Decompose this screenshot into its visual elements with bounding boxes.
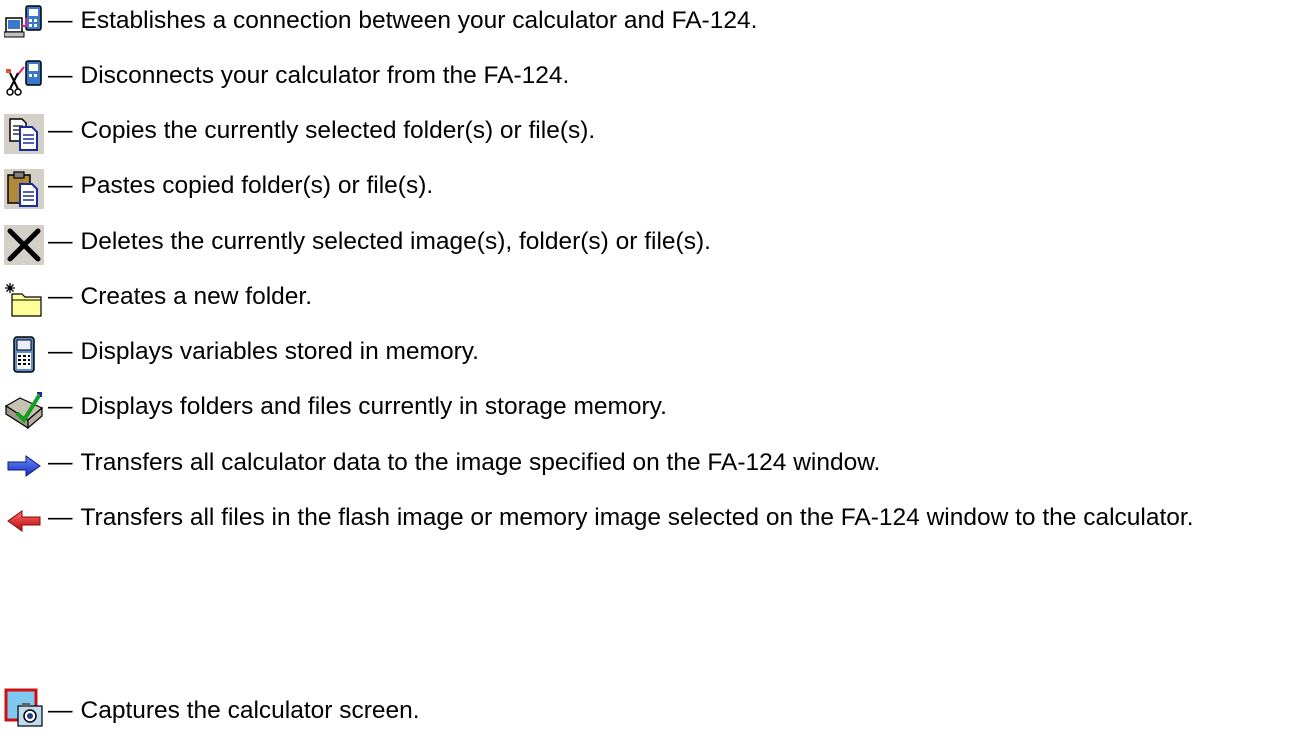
legend-description: — Transfers all files in the flash image … — [48, 501, 1310, 534]
disconnect-description: Disconnects your calculator from the FA-… — [80, 62, 570, 89]
legend-description: — Creates a new folder. — [48, 280, 1310, 313]
send-to-image-icon — [4, 446, 44, 486]
em-dash: — — [48, 228, 73, 255]
legend-description: — Transfers all calculator data to the im… — [48, 446, 1310, 479]
legend-description: — Pastes copied folder(s) or file(s). — [48, 169, 1310, 202]
legend-description: — Disconnects your calculator from the FA… — [48, 59, 1310, 92]
legend-description: — Copies the currently selected folder(s)… — [48, 114, 1310, 147]
legend-description: — Establishes a connection between your c… — [48, 4, 1310, 37]
em-dash: — — [48, 449, 73, 476]
em-dash: — — [48, 117, 73, 144]
em-dash: — — [48, 393, 73, 420]
legend-description: — Captures the calculator screen. — [48, 694, 1310, 727]
new-folder-description: Creates a new folder. — [80, 283, 313, 310]
calculator-memory-description: Displays variables stored in memory. — [80, 338, 479, 365]
em-dash: — — [48, 338, 73, 365]
calculator-memory-icon — [4, 335, 44, 375]
copy-description: Copies the currently selected folder(s) … — [80, 117, 596, 144]
copy-icon — [4, 114, 44, 154]
storage-memory-description: Displays folders and files currently in … — [80, 393, 667, 420]
new-folder-icon — [4, 280, 44, 320]
em-dash: — — [48, 172, 73, 199]
screen-capture-description: Captures the calculator screen. — [80, 697, 420, 724]
em-dash: — — [48, 697, 73, 724]
em-dash: — — [48, 283, 73, 310]
em-dash: — — [48, 62, 73, 89]
connect-description: Establishes a connection between your ca… — [80, 7, 758, 34]
paste-description: Pastes copied folder(s) or file(s). — [80, 172, 434, 199]
legend-description: — Displays variables stored in memory. — [48, 335, 1310, 368]
screen-capture-icon — [4, 688, 44, 728]
paste-icon — [4, 169, 44, 209]
disconnect-icon — [4, 59, 44, 99]
legend-description: — Deletes the currently selected image(s)… — [48, 225, 1310, 258]
storage-memory-icon — [4, 390, 44, 430]
send-to-calculator-icon — [4, 501, 44, 541]
legend-description: — Displays folders and files currently in… — [48, 390, 1310, 423]
connect-icon — [4, 4, 44, 44]
send-to-image-description: Transfers all calculator data to the ima… — [80, 449, 881, 476]
em-dash: — — [48, 504, 73, 531]
send-to-calculator-description: Transfers all files in the flash image o… — [80, 504, 1194, 531]
delete-description: Deletes the currently selected image(s),… — [80, 228, 711, 255]
em-dash: — — [48, 7, 73, 34]
delete-icon — [4, 225, 44, 265]
